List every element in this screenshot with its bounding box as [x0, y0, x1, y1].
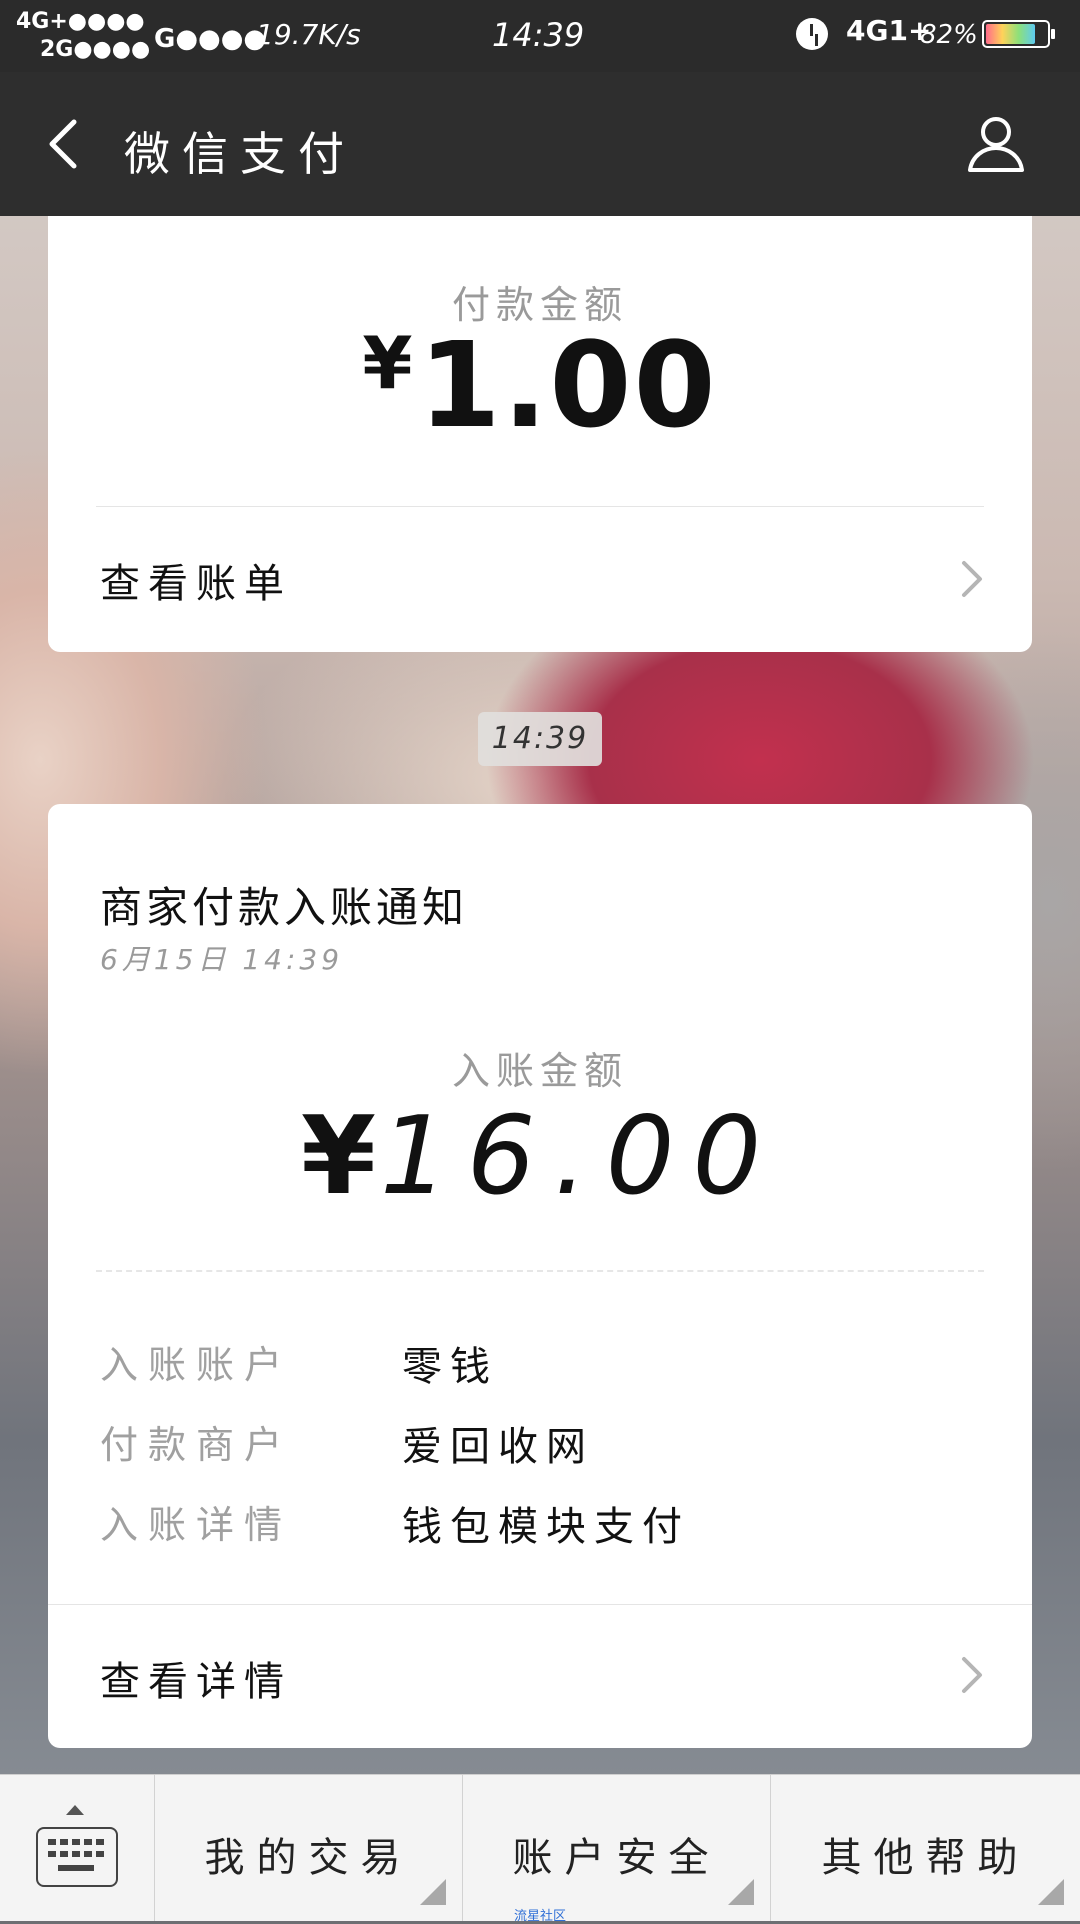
keyboard-toggle-button[interactable] — [0, 1775, 155, 1921]
network-g: G●●●● — [154, 24, 267, 54]
payment-card: 付款金额 ¥1.00 查看账单 — [48, 216, 1032, 652]
message-time-chip: 14:39 — [478, 712, 602, 766]
payment-amount-value: 1.00 — [418, 316, 718, 454]
battery-fill — [986, 24, 1036, 44]
menu-label: 账户安全 — [512, 1835, 721, 1881]
battery-percent: 82% — [920, 20, 978, 50]
detail-row: 入账详情 钱包模块支付 — [100, 1494, 1000, 1554]
submenu-corner-icon — [1038, 1879, 1064, 1905]
notice-title: 商家付款入账通知 — [100, 883, 469, 932]
menu-account-security[interactable]: 账户安全 — [463, 1775, 771, 1921]
battery-icon — [982, 20, 1055, 48]
network-line-1: 4G+●●●● — [16, 9, 145, 34]
network-speed: 19.7K/s — [256, 18, 361, 51]
detail-row: 付款商户 爱回收网 — [100, 1414, 1000, 1474]
dashed-divider — [96, 1270, 984, 1272]
menu-label: 其他帮助 — [821, 1835, 1030, 1881]
submenu-corner-icon — [728, 1879, 754, 1905]
status-time: 14:39 — [492, 16, 585, 54]
detail-row: 入账账户 零钱 — [100, 1334, 1000, 1394]
user-icon[interactable] — [964, 112, 1028, 176]
menu-my-transactions[interactable]: 我的交易 — [155, 1775, 463, 1921]
income-amount: ¥16.00 — [48, 1094, 1032, 1219]
detail-value: 爱回收网 — [402, 1424, 594, 1470]
menu-label: 我的交易 — [204, 1835, 413, 1881]
alarm-icon — [796, 18, 828, 50]
detail-key: 入账账户 — [100, 1343, 293, 1387]
detail-value: 钱包模块支付 — [402, 1504, 690, 1550]
notice-date: 6月15日 14:39 — [100, 943, 344, 976]
detail-key: 入账详情 — [100, 1503, 293, 1547]
view-details-row[interactable]: 查看详情 — [48, 1605, 1032, 1748]
chevron-right-icon — [962, 561, 982, 597]
income-amount-value: 16.00 — [379, 1094, 780, 1219]
chevron-right-icon — [962, 1657, 982, 1693]
submenu-corner-icon — [420, 1879, 446, 1905]
network-indicator-right: 4G1+ — [846, 14, 932, 47]
nav-bar: 微信支付 — [0, 72, 1080, 216]
page-title: 微信支付 — [124, 127, 356, 181]
network-indicator-left: 4G+●●●● 2G●●●● — [16, 8, 150, 64]
income-amount-label: 入账金额 — [451, 1049, 628, 1093]
detail-key: 付款商户 — [100, 1423, 293, 1467]
view-bill-label: 查看账单 — [100, 561, 292, 607]
chevron-left-icon[interactable] — [40, 116, 96, 172]
status-bar: 4G+●●●● 2G●●●● G●●●● 19.7K/s 14:39 4G1+ … — [0, 0, 1080, 72]
currency-symbol: ¥ — [362, 321, 413, 405]
income-notice-card: 商家付款入账通知 6月15日 14:39 入账金额 ¥16.00 入账账户 零钱… — [48, 804, 1032, 1748]
detail-value: 零钱 — [402, 1344, 498, 1390]
menu-other-help[interactable]: 其他帮助 — [771, 1775, 1080, 1921]
keyboard-icon — [36, 1827, 118, 1887]
bottom-menu-bar: 我的交易 账户安全 其他帮助 流星社区 — [0, 1774, 1080, 1924]
currency-symbol: ¥ — [300, 1094, 376, 1219]
watermark-text: 流星社区 — [514, 1909, 567, 1924]
network-line-2: 2G●●●● — [40, 37, 151, 62]
arrow-up-icon — [66, 1805, 84, 1815]
view-bill-row[interactable]: 查看账单 — [48, 507, 1032, 652]
payment-amount: ¥1.00 — [48, 316, 1032, 454]
view-details-label: 查看详情 — [100, 1659, 292, 1705]
